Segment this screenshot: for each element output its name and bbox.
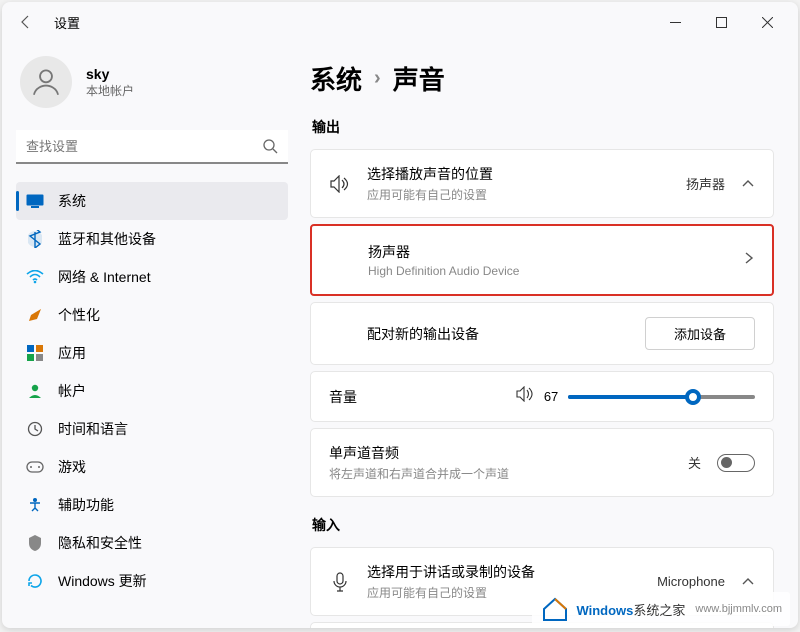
breadcrumb-parent[interactable]: 系统: [310, 60, 362, 97]
accessibility-icon: [26, 496, 44, 514]
sidebar-item-system[interactable]: 系统: [16, 182, 288, 220]
sidebar-item-label: 时间和语言: [58, 419, 128, 439]
sidebar-item-label: 游戏: [58, 457, 86, 477]
sidebar-item-label: Windows 更新: [58, 571, 147, 591]
mono-card: 单声道音频 将左声道和右声道合并成一个声道 关: [310, 428, 774, 497]
profile-account-type: 本地帐户: [86, 82, 134, 99]
chevron-right-icon: [744, 251, 754, 270]
output-section-label: 输出: [312, 117, 774, 137]
mono-title: 单声道音频: [329, 443, 672, 463]
output-choose-card[interactable]: 选择播放声音的位置 应用可能有自己的设置 扬声器: [310, 149, 774, 218]
search-wrap: [16, 130, 288, 164]
account-icon: [26, 382, 44, 400]
chevron-up-icon: [741, 175, 755, 193]
house-logo-icon: [540, 596, 570, 622]
mono-state-label: 关: [688, 453, 701, 472]
minimize-button[interactable]: [652, 6, 698, 38]
sidebar-item-label: 个性化: [58, 305, 100, 325]
watermark-suffix: 系统之家: [633, 603, 685, 618]
volume-card: 音量 67: [310, 371, 774, 422]
avatar: [20, 56, 72, 108]
volume-value: 67: [544, 389, 558, 404]
back-button[interactable]: [10, 6, 42, 38]
speaker-small-icon: [516, 386, 534, 407]
arrow-left-icon: [18, 14, 34, 30]
sidebar-item-label: 蓝牙和其他设备: [58, 229, 156, 249]
wifi-icon: [26, 268, 44, 286]
settings-window: 设置 sky 本地帐户 系统: [2, 2, 798, 628]
mono-sub: 将左声道和右声道合并成一个声道: [329, 465, 672, 482]
volume-slider[interactable]: 67: [516, 386, 755, 407]
main-panel: 系统 › 声音 输出 选择播放声音的位置 应用可能有自己的设置 扬声器: [302, 42, 798, 628]
close-icon: [762, 17, 773, 28]
sidebar-item-privacy[interactable]: 隐私和安全性: [16, 524, 288, 562]
sidebar-item-label: 网络 & Internet: [58, 267, 151, 287]
shield-icon: [26, 534, 44, 552]
breadcrumb-current: 声音: [393, 60, 445, 97]
sidebar-item-accessibility[interactable]: 辅助功能: [16, 486, 288, 524]
sidebar-item-network[interactable]: 网络 & Internet: [16, 258, 288, 296]
output-speaker-title: 扬声器: [368, 242, 728, 262]
sidebar-item-label: 帐户: [58, 381, 86, 401]
breadcrumb: 系统 › 声音: [310, 60, 774, 97]
watermark: Windows系统之家 www.bjjmmlv.com: [532, 592, 790, 626]
apps-icon: [26, 344, 44, 362]
speaker-icon: [329, 175, 351, 193]
watermark-url: www.bjjmmlv.com: [695, 603, 782, 615]
minimize-icon: [670, 17, 681, 28]
input-choose-title: 选择用于讲话或录制的设备: [367, 562, 641, 582]
sidebar-item-update[interactable]: Windows 更新: [16, 562, 288, 600]
profile-block[interactable]: sky 本地帐户: [16, 52, 288, 112]
person-icon: [29, 65, 63, 99]
sidebar: sky 本地帐户 系统 蓝牙和其他设备 网络 & Internet 个性化 应用…: [2, 42, 302, 628]
search-input[interactable]: [16, 130, 288, 164]
titlebar: 设置: [2, 2, 798, 42]
search-icon: [262, 138, 278, 159]
output-choose-sub: 应用可能有自己的设置: [367, 186, 670, 203]
sidebar-item-bluetooth[interactable]: 蓝牙和其他设备: [16, 220, 288, 258]
maximize-icon: [716, 17, 727, 28]
update-icon: [26, 572, 44, 590]
chevron-right-icon: ›: [374, 67, 381, 90]
sidebar-item-personalize[interactable]: 个性化: [16, 296, 288, 334]
clock-icon: [26, 420, 44, 438]
watermark-brand: Windows: [576, 603, 633, 618]
slider-fill: [568, 395, 693, 399]
sidebar-item-apps[interactable]: 应用: [16, 334, 288, 372]
sidebar-item-label: 应用: [58, 343, 86, 363]
output-choose-value: 扬声器: [686, 174, 725, 193]
output-choose-title: 选择播放声音的位置: [367, 164, 670, 184]
slider-thumb[interactable]: [685, 389, 701, 405]
chevron-up-icon: [741, 573, 755, 591]
input-section-label: 输入: [312, 515, 774, 535]
sidebar-item-label: 系统: [58, 191, 86, 211]
profile-name: sky: [86, 66, 134, 82]
output-speaker-item[interactable]: 扬声器 High Definition Audio Device: [310, 224, 774, 296]
brush-icon: [26, 306, 44, 324]
mono-toggle[interactable]: [717, 454, 755, 472]
sidebar-item-label: 隐私和安全性: [58, 533, 142, 553]
close-button[interactable]: [744, 6, 790, 38]
maximize-button[interactable]: [698, 6, 744, 38]
profile-info: sky 本地帐户: [86, 66, 134, 99]
sidebar-nav: 系统 蓝牙和其他设备 网络 & Internet 个性化 应用 帐户 时间和语言…: [16, 182, 288, 600]
add-device-button[interactable]: 添加设备: [645, 317, 755, 350]
sidebar-item-gaming[interactable]: 游戏: [16, 448, 288, 486]
pair-output-label: 配对新的输出设备: [367, 324, 629, 344]
sidebar-item-time[interactable]: 时间和语言: [16, 410, 288, 448]
microphone-icon: [329, 572, 351, 592]
sidebar-item-accounts[interactable]: 帐户: [16, 372, 288, 410]
volume-label: 音量: [329, 387, 500, 407]
input-choose-value: Microphone: [657, 574, 725, 589]
system-icon: [26, 192, 44, 210]
gaming-icon: [26, 458, 44, 476]
slider-track[interactable]: [568, 395, 755, 399]
pair-output-card: 配对新的输出设备 添加设备: [310, 302, 774, 365]
sidebar-item-label: 辅助功能: [58, 495, 114, 515]
window-title: 设置: [54, 13, 80, 32]
output-speaker-sub: High Definition Audio Device: [368, 264, 728, 278]
bluetooth-icon: [26, 230, 44, 248]
